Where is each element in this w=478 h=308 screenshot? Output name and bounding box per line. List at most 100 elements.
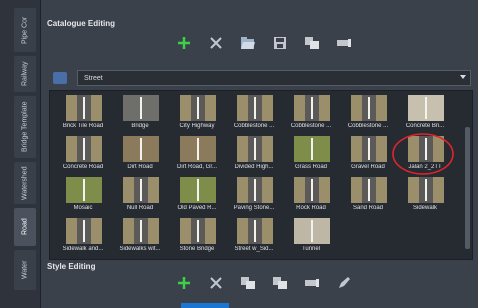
tab-bridge-template[interactable]: Bridge Template xyxy=(14,96,36,158)
style-rename-button[interactable] xyxy=(303,275,321,291)
gallery-item-label: Stone Bridge xyxy=(179,246,215,252)
style-duplicate-button[interactable] xyxy=(271,275,289,291)
road-thumbnail xyxy=(408,177,444,203)
gallery-item-label: Sand Road xyxy=(352,205,384,211)
road-thumbnail xyxy=(66,95,102,121)
gallery-item[interactable]: Divided High... xyxy=(223,136,283,174)
road-thumbnail xyxy=(408,95,444,121)
style-editing-title: Style Editing xyxy=(47,262,96,271)
tab-railway[interactable]: Railway xyxy=(14,56,36,92)
active-indicator xyxy=(181,303,229,308)
gallery-item[interactable]: Grass Road xyxy=(280,136,340,174)
road-thumbnail xyxy=(294,136,330,162)
save-icon xyxy=(274,37,286,49)
gallery-item[interactable]: Rock Road xyxy=(280,177,340,215)
gallery-item[interactable]: Cobblestone ... xyxy=(280,95,340,133)
copy-button[interactable] xyxy=(303,35,321,51)
tab-label: Water xyxy=(21,260,29,280)
road-thumbnail xyxy=(180,177,216,203)
gallery-item[interactable]: Dirt Road, Gr... xyxy=(166,136,226,174)
road-thumbnail xyxy=(180,95,216,121)
tab-pipe-cor[interactable]: Pipe Cor xyxy=(14,8,36,52)
road-thumbnail xyxy=(180,218,216,244)
gallery-item-label: Sidewalk xyxy=(412,205,437,211)
copy-icon xyxy=(241,277,255,289)
category-value: Street xyxy=(84,74,103,82)
add-button[interactable] xyxy=(175,35,193,51)
gallery-item-label: Tunnel xyxy=(301,246,321,252)
gallery-item[interactable]: Bridge xyxy=(109,95,169,133)
road-thumbnail xyxy=(123,177,159,203)
catalogue-editing-title: Catalogue Editing xyxy=(47,19,115,28)
style-toolbar xyxy=(175,275,353,291)
delete-button[interactable] xyxy=(207,35,225,51)
gallery-item[interactable]: City Highway xyxy=(166,95,226,133)
style-gallery: Brick Tile Road Bridge City Highway Cobbles… xyxy=(49,90,473,260)
tab-watershed[interactable]: Watershed xyxy=(14,162,36,204)
tab-water[interactable]: Water xyxy=(14,250,36,290)
gallery-item[interactable]: Stone Bridge xyxy=(166,218,226,256)
gallery-item-label: Mosaic xyxy=(73,205,93,211)
road-thumbnail xyxy=(123,218,159,244)
folder-open-icon xyxy=(241,37,255,49)
gallery-item-label: Divided High... xyxy=(234,164,274,170)
gallery-item[interactable]: Tunnel xyxy=(280,218,340,256)
gallery-item[interactable]: Old Paved R... xyxy=(166,177,226,215)
gallery-item[interactable]: Street w_Sid... xyxy=(223,218,283,256)
tab-label: Pipe Cor xyxy=(21,16,29,44)
road-thumbnail xyxy=(66,177,102,203)
plus-icon xyxy=(178,37,190,49)
gallery-item-label: City Highway xyxy=(179,123,215,129)
tab-road[interactable]: Road xyxy=(14,208,36,246)
gallery-item-label: Cobblestone ... xyxy=(347,123,389,129)
category-dropdown[interactable]: Street xyxy=(77,70,471,86)
style-edit-button[interactable] xyxy=(335,275,353,291)
gallery-item[interactable]: Concrete Bri... xyxy=(394,95,454,133)
tab-label: Road xyxy=(21,218,29,236)
road-thumbnail xyxy=(237,218,273,244)
road-thumbnail xyxy=(66,136,102,162)
close-icon xyxy=(210,37,222,49)
gallery-item[interactable]: Concrete Road xyxy=(52,136,112,174)
gallery-item-label: Sidewalk and... xyxy=(62,246,104,252)
gallery-item[interactable]: Cobblestone ... xyxy=(337,95,397,133)
gallery-item-label: Concrete Road xyxy=(62,164,104,170)
road-thumbnail xyxy=(123,95,159,121)
gallery-item[interactable]: Mosaic xyxy=(52,177,112,215)
side-tab-bar: Pipe Cor Railway Bridge Template Watersh… xyxy=(0,0,41,308)
gallery-item[interactable]: Sidewalks wit... xyxy=(109,218,169,256)
gallery-item[interactable]: Dirt Road xyxy=(109,136,169,174)
road-thumbnail xyxy=(237,95,273,121)
gallery-item-label: Rock Road xyxy=(296,205,326,211)
gallery-item[interactable]: Gravel Road xyxy=(337,136,397,174)
gallery-item-label: Null Road xyxy=(126,205,154,211)
scrollbar[interactable] xyxy=(465,127,470,249)
gallery-item[interactable]: Null Road xyxy=(109,177,169,215)
save-button[interactable] xyxy=(271,35,289,51)
road-thumbnail xyxy=(351,177,387,203)
gallery-item[interactable]: Sidewalk and... xyxy=(52,218,112,256)
category-row: Street xyxy=(53,70,471,86)
gallery-item-label: Bridge xyxy=(131,123,149,129)
rename-button[interactable] xyxy=(335,35,353,51)
style-delete-button[interactable] xyxy=(207,275,225,291)
tab-label: Bridge Template xyxy=(21,101,29,153)
duplicate-icon xyxy=(273,277,287,289)
open-button[interactable] xyxy=(239,35,257,51)
gallery-item-label: Cobblestone ... xyxy=(290,123,332,129)
style-copy-button[interactable] xyxy=(239,275,257,291)
gallery-item-label: Gravel Road xyxy=(351,164,385,170)
gallery-item[interactable]: Sand Road xyxy=(337,177,397,215)
gallery-item[interactable]: Cobblestone ... xyxy=(223,95,283,133)
road-thumbnail xyxy=(123,136,159,162)
style-add-button[interactable] xyxy=(175,275,193,291)
gallery-item[interactable]: Jalan 2_2TT xyxy=(392,133,454,175)
gallery-item-label: Concrete Bri... xyxy=(405,123,445,129)
gallery-item[interactable]: Sidewalk xyxy=(394,177,454,215)
gallery-item[interactable]: Paving Stone... xyxy=(223,177,283,215)
gallery-item[interactable]: Brick Tile Road xyxy=(52,95,112,133)
road-thumbnail xyxy=(180,136,216,162)
gallery-item-label: Old Paved R... xyxy=(177,205,217,211)
gallery-item-label: Sidewalks wit... xyxy=(119,246,161,252)
gallery-item-label: Dirt Road xyxy=(127,164,153,170)
